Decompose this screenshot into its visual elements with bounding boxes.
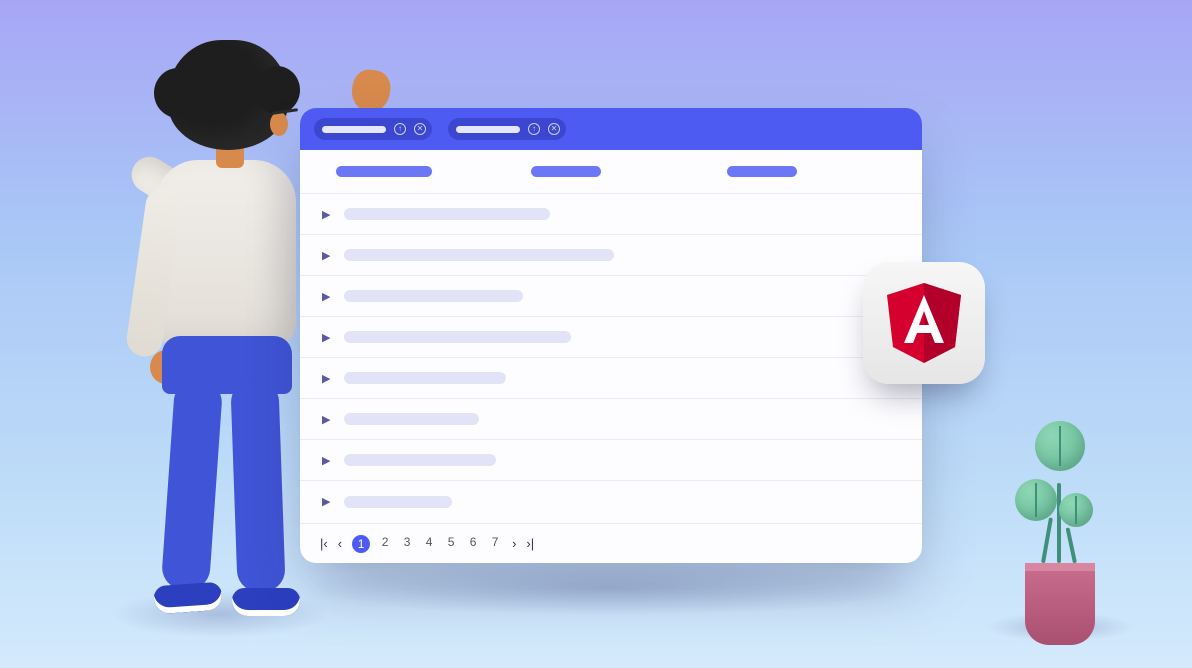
pager-page-number[interactable]: 7 — [488, 535, 502, 553]
row-content-placeholder — [344, 331, 571, 343]
person-shoe-right — [232, 588, 300, 616]
plant-leaf — [1015, 479, 1057, 521]
pager-page-number[interactable]: 3 — [400, 535, 414, 553]
angular-badge — [863, 262, 985, 384]
grid-group-row[interactable]: ▶ — [300, 399, 922, 440]
column-header-label — [336, 166, 432, 177]
group-chip-label — [456, 126, 520, 133]
grid-group-row[interactable]: ▶ — [300, 235, 922, 276]
pager-page-number[interactable]: 1 — [352, 535, 370, 553]
expand-caret-icon[interactable]: ▶ — [322, 208, 330, 221]
pager-prev-button[interactable]: ‹ — [338, 536, 342, 551]
pager-page-number[interactable]: 5 — [444, 535, 458, 553]
group-chip[interactable]: ↑ ✕ — [448, 118, 566, 140]
grid-group-row[interactable]: ▶ — [300, 317, 922, 358]
grid-group-row[interactable]: ▶ — [300, 440, 922, 481]
grid-group-row[interactable]: ▶ — [300, 481, 922, 522]
grouping-toolbar: ↑ ✕ ↑ ✕ — [300, 108, 922, 150]
row-content-placeholder — [344, 290, 522, 302]
expand-caret-icon[interactable]: ▶ — [322, 249, 330, 262]
expand-caret-icon[interactable]: ▶ — [322, 290, 330, 303]
plant-leaf — [1035, 421, 1085, 471]
pager-first-button[interactable]: |‹ — [320, 536, 328, 551]
pager-page-number[interactable]: 6 — [466, 535, 480, 553]
window-shadow — [300, 560, 920, 616]
grid-group-row[interactable]: ▶ — [300, 358, 922, 399]
group-chip-label — [322, 126, 386, 133]
person-hair — [168, 40, 288, 150]
close-icon[interactable]: ✕ — [548, 123, 560, 135]
expand-caret-icon[interactable]: ▶ — [322, 495, 330, 508]
pager-page-number[interactable]: 4 — [422, 535, 436, 553]
close-icon[interactable]: ✕ — [414, 123, 426, 135]
row-content-placeholder — [344, 372, 506, 384]
column-header-label — [531, 166, 601, 177]
plant-pot — [1025, 563, 1095, 645]
group-chip[interactable]: ↑ ✕ — [314, 118, 432, 140]
column-header-row — [300, 150, 922, 194]
arrow-up-icon[interactable]: ↑ — [528, 123, 540, 135]
person-shoe-left — [153, 582, 223, 615]
pager: |‹ ‹ 1234567 › ›| — [300, 523, 922, 563]
plant-stem — [1041, 517, 1053, 563]
column-header[interactable] — [531, 166, 726, 177]
expand-caret-icon[interactable]: ▶ — [322, 372, 330, 385]
column-header[interactable] — [300, 166, 531, 177]
person-leg-right — [230, 379, 285, 593]
pager-pages: 1234567 — [352, 535, 502, 553]
expand-caret-icon[interactable]: ▶ — [322, 454, 330, 467]
pager-next-button[interactable]: › — [512, 536, 516, 551]
row-content-placeholder — [344, 249, 614, 261]
row-content-placeholder — [344, 496, 452, 508]
plant-leaf — [1059, 493, 1093, 527]
person-leg-left — [161, 379, 224, 592]
grid-group-row[interactable]: ▶ — [300, 194, 922, 235]
row-content-placeholder — [344, 454, 495, 466]
arrow-up-icon[interactable]: ↑ — [394, 123, 406, 135]
expand-caret-icon[interactable]: ▶ — [322, 413, 330, 426]
column-header-label — [727, 166, 797, 177]
person-torso — [156, 160, 296, 350]
pager-page-number[interactable]: 2 — [378, 535, 392, 553]
plant-stem — [1066, 527, 1077, 563]
pager-last-button[interactable]: ›| — [526, 536, 534, 551]
plant-stem — [1057, 483, 1061, 563]
row-content-placeholder — [344, 413, 479, 425]
angular-logo-icon — [885, 281, 963, 365]
data-grid-window: ↑ ✕ ↑ ✕ ▶ ▶ ▶ ▶ ▶ ▶ ▶ ▶ |‹ ‹ 1234567 › ›| — [300, 108, 922, 563]
column-header[interactable] — [727, 166, 922, 177]
grid-group-row[interactable]: ▶ — [300, 276, 922, 317]
plant-decoration — [1001, 425, 1121, 645]
person-ear — [270, 112, 288, 136]
expand-caret-icon[interactable]: ▶ — [322, 331, 330, 344]
grid-rows: ▶ ▶ ▶ ▶ ▶ ▶ ▶ ▶ — [300, 194, 922, 522]
row-content-placeholder — [344, 208, 549, 220]
